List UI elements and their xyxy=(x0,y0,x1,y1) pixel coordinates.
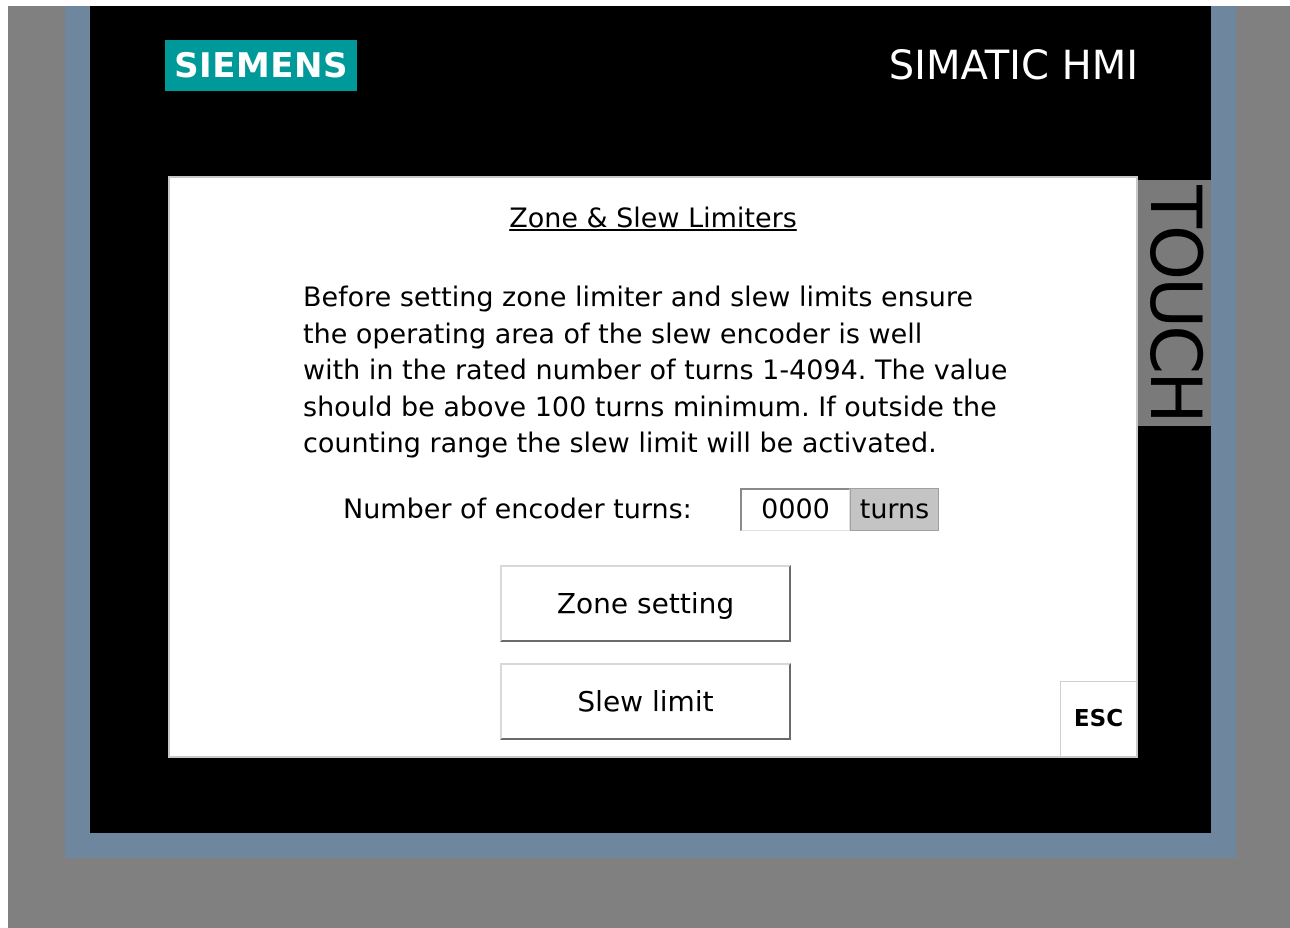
slew-limit-button[interactable]: Slew limit xyxy=(500,663,791,740)
encoder-turns-label: Number of encoder turns: xyxy=(343,494,692,525)
description-line: counting range the slew limit will be ac… xyxy=(303,428,937,459)
description-line: the operating area of the slew encoder i… xyxy=(303,318,923,350)
encoder-turns-field[interactable]: 0000 xyxy=(740,488,850,531)
brand-label: SIMATIC HMI xyxy=(888,43,1138,89)
description-line: should be above 100 turns minimum. If ou… xyxy=(303,391,997,423)
description-text: Before setting zone limiter and slew lim… xyxy=(303,280,1043,463)
esc-button[interactable]: ESC xyxy=(1060,681,1136,756)
zone-setting-button[interactable]: Zone setting xyxy=(500,565,791,642)
description-line: Before setting zone limiter and slew lim… xyxy=(303,282,974,313)
encoder-turns-unit: turns xyxy=(850,488,939,531)
screen-title: Zone & Slew Limiters xyxy=(509,203,797,234)
description-line: with in the rated number of turns 1-4094… xyxy=(303,355,1008,386)
siemens-logo: SIEMENS xyxy=(165,40,357,91)
